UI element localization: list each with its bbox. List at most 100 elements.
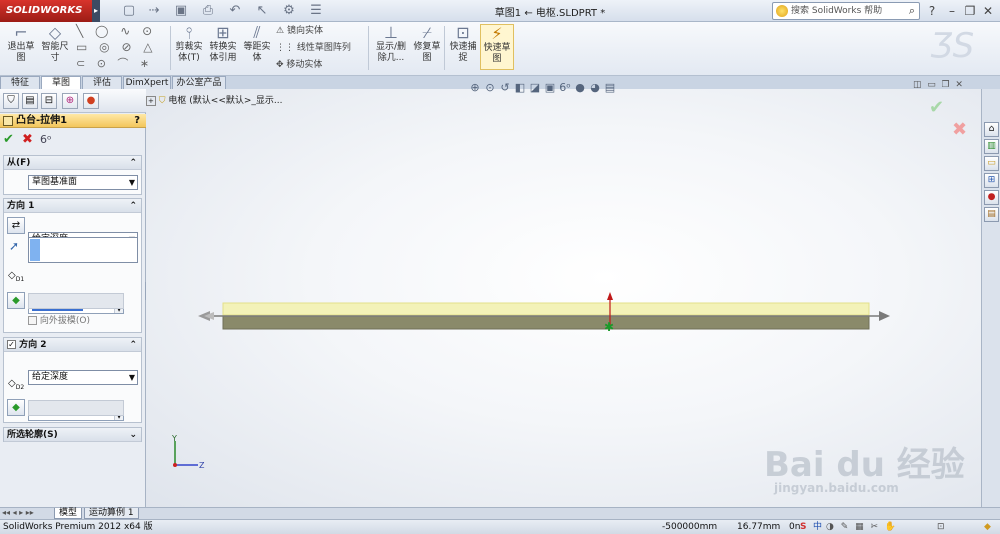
extrusion-top-face	[222, 302, 870, 316]
cancel-icon[interactable]: ✖	[22, 133, 33, 147]
ok-icon[interactable]: ✔	[3, 133, 14, 147]
move-button[interactable]: ✥ 移动实体	[276, 59, 322, 71]
convert-button[interactable]: ⊞ 转换实体引用	[206, 24, 240, 70]
depth2-icon: ◇D2	[8, 378, 25, 391]
tab-features[interactable]: 特征	[0, 76, 40, 89]
tab-evaluate[interactable]: 评估	[82, 76, 122, 89]
sketch-tools-row2[interactable]: ▭ ◎ ⊘ △	[76, 41, 157, 53]
notification-icon[interactable]: ◆	[984, 520, 991, 534]
display-manager-icon[interactable]: ●	[83, 93, 99, 109]
help-search-input[interactable]: 搜索 SolidWorks 帮助 ⌕	[772, 2, 920, 20]
mirror-button[interactable]: ⚠ 镜向实体	[276, 25, 323, 37]
feature-manager-icon[interactable]: ⛉	[3, 93, 19, 109]
home-icon[interactable]: ⌂	[984, 122, 999, 137]
dimxpert-manager-icon[interactable]: ⊕	[62, 93, 78, 109]
direction-selection-box[interactable]	[28, 237, 138, 263]
tab-motion-study[interactable]: 运动算例 1	[84, 508, 139, 519]
exit-sketch-button[interactable]: ⌐ 退出草图	[4, 24, 38, 70]
collapse-icon[interactable]: ⌃	[129, 156, 137, 170]
design-library-icon[interactable]: ▥	[984, 139, 999, 154]
reverse-direction-icon[interactable]: ⇄	[7, 217, 25, 234]
open-icon[interactable]: ⇢	[145, 3, 163, 19]
tab-scroll-arrows[interactable]: ◂◂ ◂ ▸ ▸▸	[2, 508, 34, 517]
trim-button[interactable]: ⫯ 剪裁实体(T)	[172, 24, 206, 70]
from-group-header[interactable]: 从(F) ⌃	[4, 156, 141, 170]
product-version: SolidWorks Premium 2012 x64 版	[3, 522, 153, 532]
close-icon[interactable]: ✕	[980, 3, 996, 19]
collapse-icon[interactable]: ⌃	[129, 338, 137, 352]
solidworks-logo[interactable]: SOLIDWORKS	[0, 0, 92, 22]
offset-button[interactable]: ⫽ 等距实体	[240, 24, 274, 70]
configuration-manager-icon[interactable]: ⊟	[41, 93, 57, 109]
direction2-header[interactable]: ✓ 方向 2 ⌃	[4, 338, 141, 352]
repair-sketch-button[interactable]: ⌿ 修复草图	[410, 24, 444, 70]
draft2-icon[interactable]: ◆	[7, 399, 25, 416]
draft2-angle-input	[28, 400, 124, 416]
status-bar: SolidWorks Premium 2012 x64 版 -500000mm …	[0, 519, 1000, 534]
help-icon[interactable]: ?	[924, 3, 940, 19]
minimize-icon[interactable]: –	[944, 3, 960, 19]
preview-icon[interactable]: 6ᵒ	[40, 133, 52, 147]
direction2-checkbox[interactable]: ✓	[7, 340, 16, 349]
file-explorer-icon[interactable]: ▭	[984, 156, 999, 171]
feature-title: 凸台-拉伸1 ?	[0, 114, 146, 128]
restore-icon[interactable]: ❐	[962, 3, 978, 19]
search-icon[interactable]: ⌕	[909, 3, 915, 19]
draft-outward-checkbox[interactable]: 向外拔模(O)	[28, 315, 90, 327]
rebuild-status-icon[interactable]: ⊡	[937, 520, 945, 534]
smart-dimension-button[interactable]: ◇ 智能尺寸	[38, 24, 72, 70]
status-coordinate: -500000mm	[662, 522, 718, 532]
sketch-tools-row3[interactable]: ⊂ ⊙ ⌒ ∗	[76, 58, 153, 70]
sketch-tools-row1[interactable]: ╲ ◯ ∿ ⊙	[76, 25, 156, 37]
contours-group: 所选轮廓(S) ⌄	[3, 427, 142, 442]
view-palette-icon[interactable]: ⊞	[984, 173, 999, 188]
expand-icon[interactable]: ⌄	[129, 428, 137, 442]
exit-sketch-icon: ⌐	[14, 23, 28, 42]
custom-properties-icon[interactable]: ▤	[984, 207, 999, 222]
new-icon[interactable]: ▢	[120, 3, 138, 19]
tab-model[interactable]: 模型	[54, 508, 83, 519]
collapse-icon[interactable]: ⌃	[129, 199, 137, 213]
help-button[interactable]: ?	[134, 114, 140, 128]
relations-icon: ⊥	[384, 23, 398, 42]
direction1-header[interactable]: 方向 1 ⌃	[4, 199, 141, 213]
graphics-area[interactable]: + ⛉ 电枢 (默认<<默认>_显示... ⊕ ⊙ ↺ ◧ ◪ ▣ 6ᵒ ● ◕ ▤ ◫ ▭ ❐ …	[146, 80, 996, 507]
tab-sketch[interactable]: 草图	[41, 76, 81, 89]
ime-icon[interactable]: S	[800, 520, 806, 534]
direction1-group: 方向 1⌃ ⇄ 给定深度▼ ➚ ◇D1 100.00mm ▲▼ ◆ 向外拔模(O…	[3, 198, 142, 333]
draft-angle-input	[28, 293, 124, 309]
select-icon[interactable]: ↖	[253, 3, 271, 19]
rapid-sketch-icon: ⚡	[491, 24, 503, 43]
undo-icon[interactable]: ↶	[226, 3, 244, 19]
ime-toolbar-icons[interactable]: ◑ ✎ ▦ ✂ ✋	[826, 520, 898, 534]
y-axis-label: Y	[171, 434, 177, 443]
watermark-url: jingyan.baidu.com	[774, 481, 899, 495]
end-condition2-select[interactable]: 给定深度 ▼	[28, 370, 138, 385]
appearances-icon[interactable]: ●	[984, 190, 999, 205]
quick-snaps-button[interactable]: ⊡ 快速捕捉	[446, 24, 480, 70]
tab-dimxpert[interactable]: DimXpert	[123, 76, 171, 89]
separator	[170, 26, 171, 70]
extrude-icon	[3, 116, 13, 126]
save-icon[interactable]: ▣	[172, 3, 190, 19]
draft-icon[interactable]: ◆	[7, 292, 25, 309]
linear-pattern-button[interactable]: ⋮⋮ 线性草图阵列	[276, 42, 351, 54]
rebuild-icon[interactable]: ⚙	[280, 3, 298, 19]
contours-header[interactable]: 所选轮廓(S) ⌄	[4, 428, 141, 442]
menu-expand-icon[interactable]: ▸	[92, 0, 100, 22]
tab-office-products[interactable]: 办公室产品	[172, 76, 226, 89]
mirror-icon: ⚠	[276, 26, 285, 36]
command-tabs: 特征 草图 评估 DimXpert 办公室产品	[0, 76, 226, 89]
property-manager-icon[interactable]: ▤	[22, 93, 38, 109]
print-icon[interactable]: ⎙	[199, 3, 217, 19]
manager-tabs: ⛉ ▤ ⊟ ⊕ ●	[0, 89, 146, 113]
dropdown-arrow-icon: ▼	[128, 373, 135, 382]
move-icon: ✥	[276, 60, 284, 70]
show-delete-relations-button[interactable]: ⊥ 显示/删除几...	[372, 24, 410, 70]
offset-icon: ⫽	[253, 23, 261, 42]
options-icon[interactable]: ☰	[307, 3, 325, 19]
repair-icon: ⌿	[422, 23, 432, 42]
ime-language-icon[interactable]: 中	[813, 520, 822, 534]
rapid-sketch-button[interactable]: ⚡ 快速草图	[480, 24, 514, 70]
from-select[interactable]: 草图基准面 ▼	[28, 175, 138, 190]
